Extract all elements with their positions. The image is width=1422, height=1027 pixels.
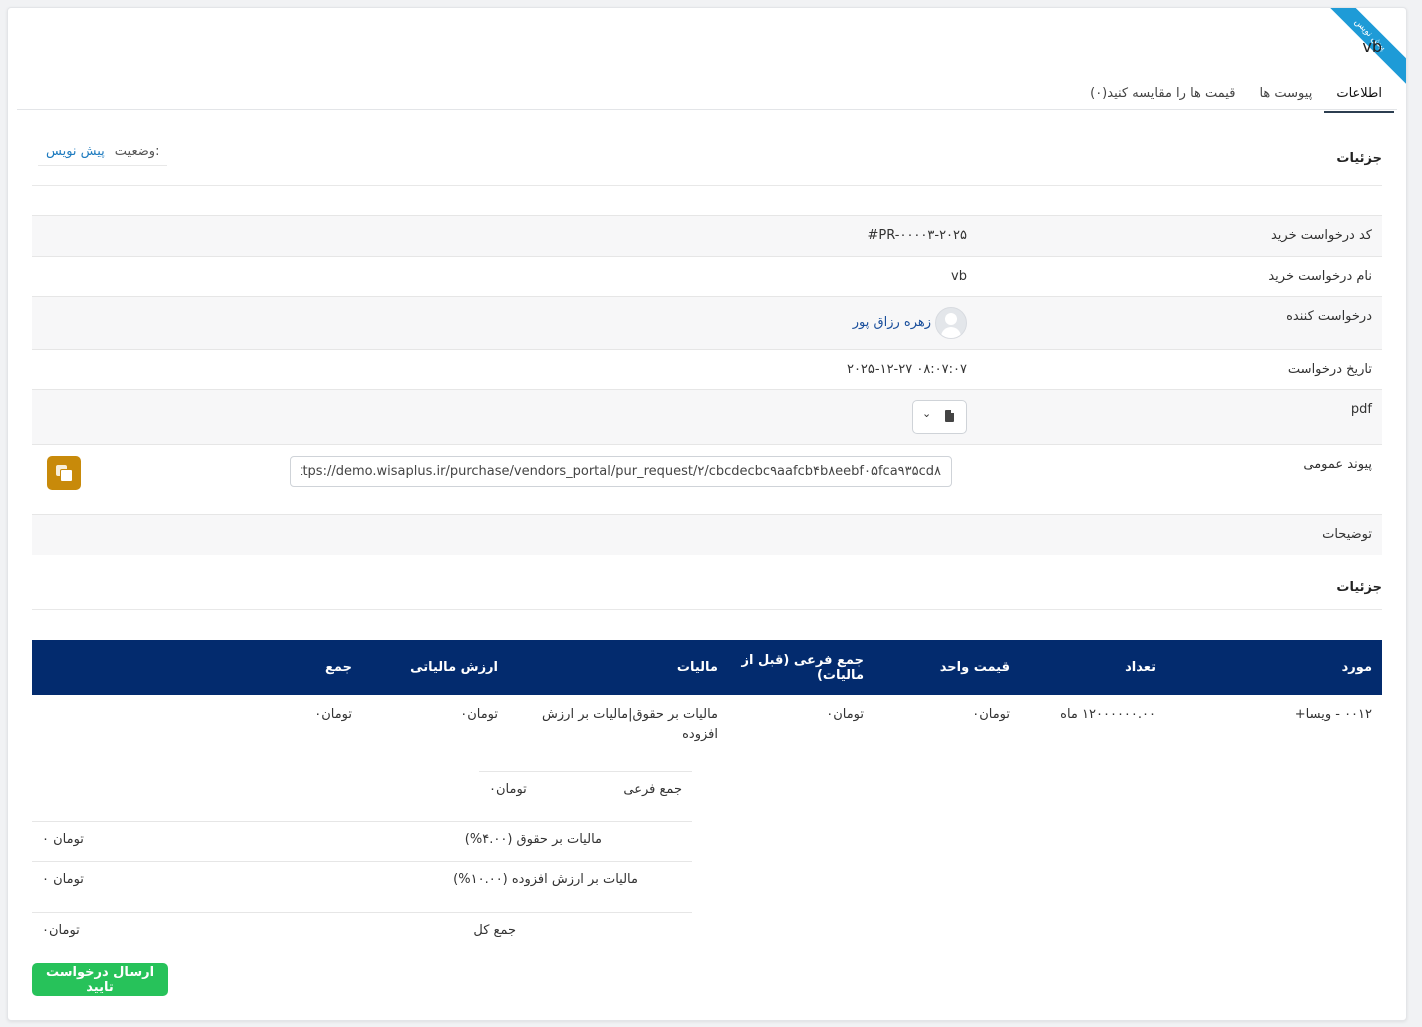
user-avatar-icon: [935, 307, 967, 339]
divider: [32, 185, 1382, 186]
vat-row: مالیات بر ارزش افزوده (۱۰.۰۰%) ۰ تومان: [32, 861, 692, 912]
grand-total-label: جمع کل: [473, 923, 516, 938]
copy-link-button[interactable]: [47, 456, 81, 490]
field-row-date: تاریخ درخواست ۲۰۲۵-۱۲-۲۷ ۰۸:۰۷:۰۷: [32, 349, 1382, 390]
cell-tax-value: تومان۰: [460, 707, 498, 722]
pdf-file-icon: [945, 410, 954, 422]
request-date: ۲۰۲۵-۱۲-۲۷ ۰۸:۰۷:۰۷: [846, 362, 967, 377]
grand-total-value: تومان۰: [42, 923, 80, 938]
divider: [32, 609, 1382, 610]
field-label: درخواست کننده: [1286, 309, 1372, 324]
requester-link[interactable]: زهره رزاق پور: [853, 315, 931, 330]
col-item: مورد: [1166, 640, 1382, 695]
cell-total: تومان۰: [314, 707, 352, 722]
pdf-dropdown-button[interactable]: ⌄: [912, 400, 967, 434]
cell-unit-price: تومان۰: [972, 707, 1010, 722]
tab-attachments[interactable]: پیوست ها: [1247, 76, 1324, 113]
field-row-pdf: pdf ⌄: [32, 389, 1382, 444]
submit-approval-button[interactable]: ارسال درخواست تایید: [32, 963, 168, 996]
tabs-divider: [17, 109, 1397, 110]
table-header-row: مورد تعداد قیمت واحد جمع فرعی (قبل از ما…: [32, 640, 1382, 695]
cell-item: ۰۰۱۲ - ویسا+: [1294, 707, 1372, 722]
subtotal-label: جمع فرعی: [623, 782, 682, 797]
field-label: پیوند عمومی: [1303, 457, 1372, 472]
vat-label: مالیات بر ارزش افزوده (۱۰.۰۰%): [453, 872, 638, 887]
status-label: وضعیت:: [114, 144, 160, 159]
cell-tax: مالیات بر حقوق|مالیات بر ارزش افزوده: [542, 707, 718, 742]
col-tax: مالیات: [508, 640, 728, 695]
col-total: جمع: [32, 640, 362, 695]
subtotal-value: تومان۰: [489, 782, 527, 797]
field-row-requester: درخواست کننده زهره رزاق پور: [32, 296, 1382, 349]
totals-summary: جمع فرعی تومان۰ مالیات بر حقوق (۴.۰۰%) ۰…: [32, 771, 692, 941]
field-row-notes: توضیحات: [32, 514, 1382, 555]
subtotal-row: جمع فرعی تومان۰: [479, 771, 692, 822]
field-label: pdf: [1350, 402, 1372, 417]
details-list: کد درخواست خرید #PR-۰۰۰۰۳-۲۰۲۵ نام درخوا…: [32, 215, 1382, 555]
tab-info[interactable]: اطلاعات: [1324, 76, 1394, 113]
tab-compare-quotes[interactable]: قیمت ها را مقایسه کنید(۰): [1078, 76, 1247, 113]
tab-bar: اطلاعات پیوست ها قیمت ها را مقایسه کنید(…: [1078, 76, 1394, 113]
field-label: تاریخ درخواست: [1287, 362, 1372, 377]
details-section-title: جزئیات: [1336, 151, 1382, 166]
purchase-request-card: پیش نویس vb اطلاعات پیوست ها قیمت ها را …: [7, 7, 1407, 1021]
field-row-name: نام درخواست خرید vb: [32, 256, 1382, 297]
table-row: ۰۰۱۲ - ویسا+ ۱۲۰۰۰۰۰۰.۰۰ ماه تومان۰ توما…: [32, 695, 1382, 755]
status-field: پیش نویس وضعیت:: [38, 144, 168, 166]
status-value: پیش نویس: [46, 144, 105, 159]
public-link-input[interactable]: [290, 456, 952, 487]
cell-qty: ۱۲۰۰۰۰۰۰.۰۰ ماه: [1060, 707, 1156, 722]
items-table: مورد تعداد قیمت واحد جمع فرعی (قبل از ما…: [32, 640, 1382, 755]
field-label: نام درخواست خرید: [1268, 269, 1372, 284]
col-tax-value: ارزش مالیاتی: [362, 640, 508, 695]
field-label: توضیحات: [1322, 527, 1372, 542]
salary-tax-value: ۰ تومان: [42, 832, 84, 847]
field-row-code: کد درخواست خرید #PR-۰۰۰۰۳-۲۰۲۵: [32, 215, 1382, 256]
col-subtotal: جمع فرعی (قبل از مالیات): [728, 640, 874, 695]
col-qty: تعداد: [1020, 640, 1166, 695]
salary-tax-label: مالیات بر حقوق (۴.۰۰%): [464, 832, 602, 847]
field-row-public-link: پیوند عمومی: [32, 444, 1382, 515]
cell-subtotal: تومان۰: [826, 707, 864, 722]
request-name: vb: [951, 269, 967, 284]
vat-value: ۰ تومان: [42, 872, 84, 887]
salary-tax-row: مالیات بر حقوق (۴.۰۰%) ۰ تومان: [32, 821, 692, 862]
request-code: #PR-۰۰۰۰۳-۲۰۲۵: [867, 228, 967, 243]
field-label: کد درخواست خرید: [1270, 228, 1372, 243]
col-unit-price: قیمت واحد: [874, 640, 1020, 695]
grand-total-row: جمع کل تومان۰: [32, 912, 692, 953]
chevron-down-icon: ⌄: [922, 407, 932, 420]
items-section-title: جزئیات: [1336, 580, 1382, 595]
page-title: vb: [1362, 37, 1382, 56]
